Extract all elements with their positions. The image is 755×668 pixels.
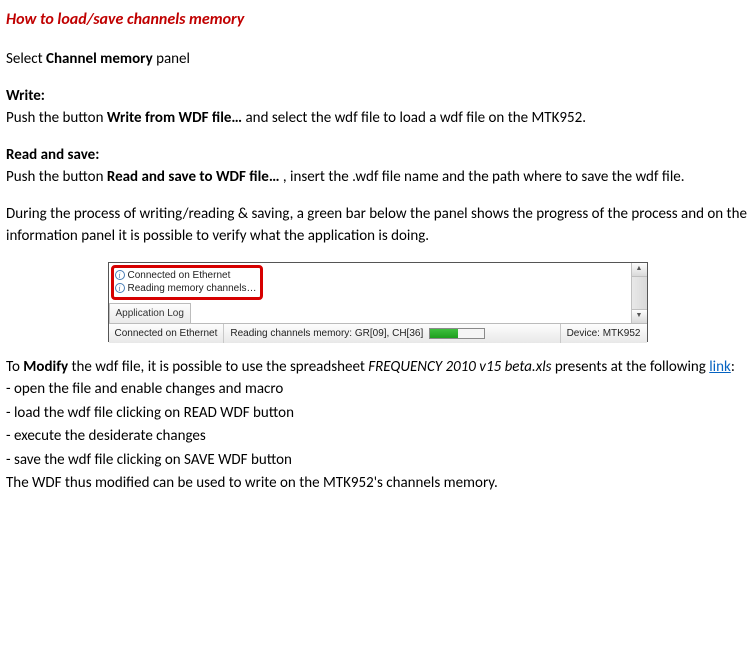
modify-label: Modify: [23, 358, 68, 376]
info-text: Reading memory channels…: [128, 282, 257, 295]
vertical-scrollbar[interactable]: ▲ ▼: [631, 263, 647, 323]
write-section: Write: Push the button Write from WDF fi…: [6, 85, 749, 130]
info-body: i Connected on Ethernet i Reading memory…: [109, 263, 647, 323]
read-button-label: Read and save to WDF file…: [107, 168, 280, 186]
write-heading: Write:: [6, 85, 749, 108]
process-description: During the process of writing/reading & …: [6, 203, 749, 248]
channel-memory-label: Channel memory: [46, 50, 153, 68]
select-panel-text: Select Channel memory panel: [6, 48, 749, 71]
text: :: [731, 358, 735, 376]
info-panel: i Connected on Ethernet i Reading memory…: [109, 263, 647, 341]
step-open-file: - open the file and enable changes and m…: [6, 378, 749, 401]
step-execute-changes: - execute the desiderate changes: [6, 425, 749, 448]
info-highlight-box: i Connected on Ethernet i Reading memory…: [111, 265, 264, 300]
info-line-connected: i Connected on Ethernet: [115, 269, 257, 282]
progress-bar: [429, 328, 485, 339]
progress-fill: [430, 329, 458, 338]
final-text: The WDF thus modified can be used to wri…: [6, 472, 749, 495]
read-section: Read and save: Push the button Read and …: [6, 144, 749, 189]
screenshot-container: i Connected on Ethernet i Reading memory…: [6, 262, 749, 342]
step-load-wdf: - load the wdf file clicking on READ WDF…: [6, 402, 749, 425]
info-line-reading: i Reading memory channels…: [115, 282, 257, 295]
info-icon: i: [115, 283, 125, 293]
scroll-track[interactable]: [632, 277, 647, 309]
text: Push the button: [6, 109, 107, 127]
info-text: Connected on Ethernet: [128, 269, 231, 282]
text: Select: [6, 50, 46, 68]
text: and select the wdf file to load a wdf fi…: [242, 109, 586, 127]
write-instruction: Push the button Write from WDF file… and…: [6, 107, 749, 130]
text: , insert the .wdf file name and the path…: [280, 168, 685, 186]
scroll-up-button[interactable]: ▲: [632, 263, 647, 277]
section-title: How to load/save channels memory: [6, 8, 749, 32]
info-canvas: i Connected on Ethernet i Reading memory…: [109, 263, 631, 323]
status-progress-cell: Reading channels memory: GR[09], CH[36]: [224, 324, 560, 343]
read-heading: Read and save:: [6, 144, 749, 167]
text: To: [6, 358, 23, 376]
application-log-tab[interactable]: Application Log: [109, 303, 191, 323]
spreadsheet-name: FREQUENCY 2010 v15 beta.xls: [368, 358, 551, 376]
text: presents at the following: [551, 358, 709, 376]
app-screenshot: i Connected on Ethernet i Reading memory…: [108, 262, 648, 342]
write-button-label: Write from WDF file…: [107, 109, 242, 127]
status-bar: Connected on Ethernet Reading channels m…: [109, 323, 647, 343]
info-icon: i: [115, 270, 125, 280]
modify-section: To Modify the wdf file, it is possible t…: [6, 356, 749, 379]
status-reading-text: Reading channels memory: GR[09], CH[36]: [230, 326, 423, 341]
step-save-wdf: - save the wdf file clicking on SAVE WDF…: [6, 449, 749, 472]
status-device: Device: MTK952: [561, 324, 647, 343]
text: the wdf file, it is possible to use the …: [68, 358, 368, 376]
text: Push the button: [6, 168, 107, 186]
spreadsheet-link[interactable]: link: [709, 358, 731, 376]
read-instruction: Push the button Read and save to WDF fil…: [6, 166, 749, 189]
scroll-down-button[interactable]: ▼: [632, 309, 647, 323]
text: panel: [153, 50, 190, 68]
status-connected: Connected on Ethernet: [109, 324, 225, 343]
